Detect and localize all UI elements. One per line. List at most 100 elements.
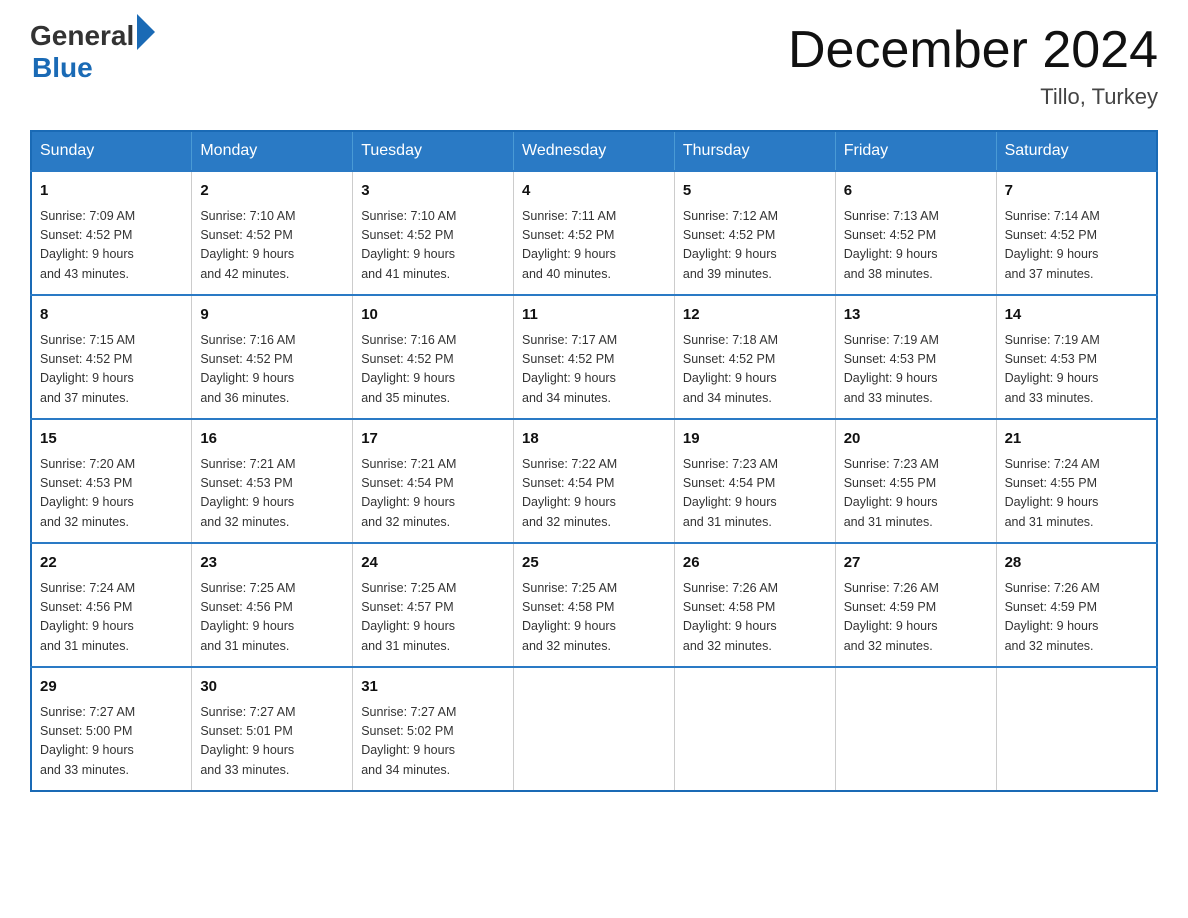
day-number: 18 <box>522 428 666 451</box>
day-info: Sunrise: 7:22 AMSunset: 4:54 PMDaylight:… <box>522 455 666 533</box>
day-number: 31 <box>361 676 505 699</box>
day-number: 30 <box>200 676 344 699</box>
calendar-day-cell: 5 Sunrise: 7:12 AMSunset: 4:52 PMDaylight… <box>674 171 835 295</box>
logo-blue-text: Blue <box>32 52 93 83</box>
calendar-body: 1Sunrise: 7:09 AMSunset: 4:52 PMDaylight… <box>31 171 1157 791</box>
location-title: Tillo, Turkey <box>788 84 1158 110</box>
calendar-day-cell: 2 Sunrise: 7:10 AMSunset: 4:52 PMDaylight… <box>192 171 353 295</box>
calendar-day-cell: 13Sunrise: 7:19 AMSunset: 4:53 PMDayligh… <box>835 295 996 419</box>
day-info: Sunrise: 7:26 AMSunset: 4:59 PMDaylight:… <box>1005 579 1148 657</box>
day-info: Sunrise: 7:21 AMSunset: 4:53 PMDaylight:… <box>200 455 344 533</box>
header-sunday: Sunday <box>31 131 192 171</box>
day-info: Sunrise: 7:13 AMSunset: 4:52 PMDaylight:… <box>844 207 988 285</box>
day-info: Sunrise: 7:12 AMSunset: 4:52 PMDaylight:… <box>683 207 827 285</box>
logo-general-text: General <box>30 20 134 52</box>
day-number: 20 <box>844 428 988 451</box>
day-number: 5 <box>683 180 827 203</box>
calendar-day-cell: 8Sunrise: 7:15 AMSunset: 4:52 PMDaylight… <box>31 295 192 419</box>
day-info: Sunrise: 7:21 AMSunset: 4:54 PMDaylight:… <box>361 455 505 533</box>
day-info: Sunrise: 7:24 AMSunset: 4:55 PMDaylight:… <box>1005 455 1148 533</box>
day-number: 9 <box>200 304 344 327</box>
calendar-day-cell <box>674 667 835 791</box>
calendar-day-cell: 4Sunrise: 7:11 AMSunset: 4:52 PMDaylight… <box>514 171 675 295</box>
day-number: 29 <box>40 676 183 699</box>
day-info: Sunrise: 7:20 AMSunset: 4:53 PMDaylight:… <box>40 455 183 533</box>
header-tuesday: Tuesday <box>353 131 514 171</box>
day-info: Sunrise: 7:10 AMSunset: 4:52 PMDaylight:… <box>361 207 505 285</box>
day-number: 19 <box>683 428 827 451</box>
calendar-week-row: 1Sunrise: 7:09 AMSunset: 4:52 PMDaylight… <box>31 171 1157 295</box>
day-number: 24 <box>361 552 505 575</box>
calendar-day-cell: 26 Sunrise: 7:26 AMSunset: 4:58 PMDayligh… <box>674 543 835 667</box>
day-info: Sunrise: 7:27 AMSunset: 5:02 PMDaylight:… <box>361 703 505 781</box>
calendar-day-cell: 23 Sunrise: 7:25 AMSunset: 4:56 PMDayligh… <box>192 543 353 667</box>
day-info: Sunrise: 7:25 AMSunset: 4:56 PMDaylight:… <box>200 579 344 657</box>
day-number: 22 <box>40 552 183 575</box>
day-info: Sunrise: 7:23 AMSunset: 4:55 PMDaylight:… <box>844 455 988 533</box>
calendar-day-cell: 29Sunrise: 7:27 AMSunset: 5:00 PMDayligh… <box>31 667 192 791</box>
header-saturday: Saturday <box>996 131 1157 171</box>
day-info: Sunrise: 7:25 AMSunset: 4:58 PMDaylight:… <box>522 579 666 657</box>
header-monday: Monday <box>192 131 353 171</box>
day-info: Sunrise: 7:23 AMSunset: 4:54 PMDaylight:… <box>683 455 827 533</box>
calendar-week-row: 15 Sunrise: 7:20 AMSunset: 4:53 PMDayligh… <box>31 419 1157 543</box>
calendar-day-cell: 21 Sunrise: 7:24 AMSunset: 4:55 PMDayligh… <box>996 419 1157 543</box>
day-number: 27 <box>844 552 988 575</box>
calendar-day-cell: 12Sunrise: 7:18 AMSunset: 4:52 PMDayligh… <box>674 295 835 419</box>
day-number: 17 <box>361 428 505 451</box>
day-number: 2 <box>200 180 344 203</box>
logo-wrapper: General Blue <box>30 20 155 84</box>
calendar-table: SundayMondayTuesdayWednesdayThursdayFrid… <box>30 130 1158 792</box>
calendar-day-cell: 6 Sunrise: 7:13 AMSunset: 4:52 PMDaylight… <box>835 171 996 295</box>
day-number: 14 <box>1005 304 1148 327</box>
calendar-day-cell: 31 Sunrise: 7:27 AMSunset: 5:02 PMDayligh… <box>353 667 514 791</box>
day-info: Sunrise: 7:26 AMSunset: 4:58 PMDaylight:… <box>683 579 827 657</box>
calendar-week-row: 22Sunrise: 7:24 AMSunset: 4:56 PMDayligh… <box>31 543 1157 667</box>
day-info: Sunrise: 7:19 AMSunset: 4:53 PMDaylight:… <box>1005 331 1148 409</box>
day-info: Sunrise: 7:18 AMSunset: 4:52 PMDaylight:… <box>683 331 827 409</box>
day-number: 7 <box>1005 180 1148 203</box>
calendar-day-cell: 24Sunrise: 7:25 AMSunset: 4:57 PMDayligh… <box>353 543 514 667</box>
day-number: 25 <box>522 552 666 575</box>
header-wednesday: Wednesday <box>514 131 675 171</box>
day-number: 15 <box>40 428 183 451</box>
calendar-week-row: 29Sunrise: 7:27 AMSunset: 5:00 PMDayligh… <box>31 667 1157 791</box>
day-info: Sunrise: 7:27 AMSunset: 5:01 PMDaylight:… <box>200 703 344 781</box>
logo: General Blue <box>30 20 155 84</box>
calendar-day-cell: 22Sunrise: 7:24 AMSunset: 4:56 PMDayligh… <box>31 543 192 667</box>
header-row: SundayMondayTuesdayWednesdayThursdayFrid… <box>31 131 1157 171</box>
day-info: Sunrise: 7:10 AMSunset: 4:52 PMDaylight:… <box>200 207 344 285</box>
day-info: Sunrise: 7:16 AMSunset: 4:52 PMDaylight:… <box>361 331 505 409</box>
calendar-day-cell: 3Sunrise: 7:10 AMSunset: 4:52 PMDaylight… <box>353 171 514 295</box>
day-number: 21 <box>1005 428 1148 451</box>
title-area: December 2024 Tillo, Turkey <box>788 20 1158 110</box>
calendar-header: SundayMondayTuesdayWednesdayThursdayFrid… <box>31 131 1157 171</box>
calendar-day-cell: 17 Sunrise: 7:21 AMSunset: 4:54 PMDayligh… <box>353 419 514 543</box>
day-info: Sunrise: 7:17 AMSunset: 4:52 PMDaylight:… <box>522 331 666 409</box>
calendar-day-cell: 25 Sunrise: 7:25 AMSunset: 4:58 PMDayligh… <box>514 543 675 667</box>
day-info: Sunrise: 7:14 AMSunset: 4:52 PMDaylight:… <box>1005 207 1148 285</box>
day-number: 23 <box>200 552 344 575</box>
day-info: Sunrise: 7:15 AMSunset: 4:52 PMDaylight:… <box>40 331 183 409</box>
day-number: 6 <box>844 180 988 203</box>
calendar-day-cell: 9 Sunrise: 7:16 AMSunset: 4:52 PMDaylight… <box>192 295 353 419</box>
page-header: General Blue December 2024 Tillo, Turkey <box>30 20 1158 110</box>
day-number: 28 <box>1005 552 1148 575</box>
calendar-day-cell: 11 Sunrise: 7:17 AMSunset: 4:52 PMDayligh… <box>514 295 675 419</box>
day-number: 16 <box>200 428 344 451</box>
logo-line2: Blue <box>32 52 155 84</box>
calendar-day-cell: 20 Sunrise: 7:23 AMSunset: 4:55 PMDayligh… <box>835 419 996 543</box>
day-number: 4 <box>522 180 666 203</box>
calendar-day-cell: 27Sunrise: 7:26 AMSunset: 4:59 PMDayligh… <box>835 543 996 667</box>
day-info: Sunrise: 7:16 AMSunset: 4:52 PMDaylight:… <box>200 331 344 409</box>
day-number: 11 <box>522 304 666 327</box>
calendar-day-cell: 7 Sunrise: 7:14 AMSunset: 4:52 PMDaylight… <box>996 171 1157 295</box>
calendar-day-cell <box>996 667 1157 791</box>
logo-line1: General <box>30 20 155 52</box>
calendar-day-cell: 30 Sunrise: 7:27 AMSunset: 5:01 PMDayligh… <box>192 667 353 791</box>
logo-arrow-icon <box>137 14 155 50</box>
day-number: 1 <box>40 180 183 203</box>
calendar-day-cell: 10Sunrise: 7:16 AMSunset: 4:52 PMDayligh… <box>353 295 514 419</box>
header-thursday: Thursday <box>674 131 835 171</box>
day-number: 26 <box>683 552 827 575</box>
